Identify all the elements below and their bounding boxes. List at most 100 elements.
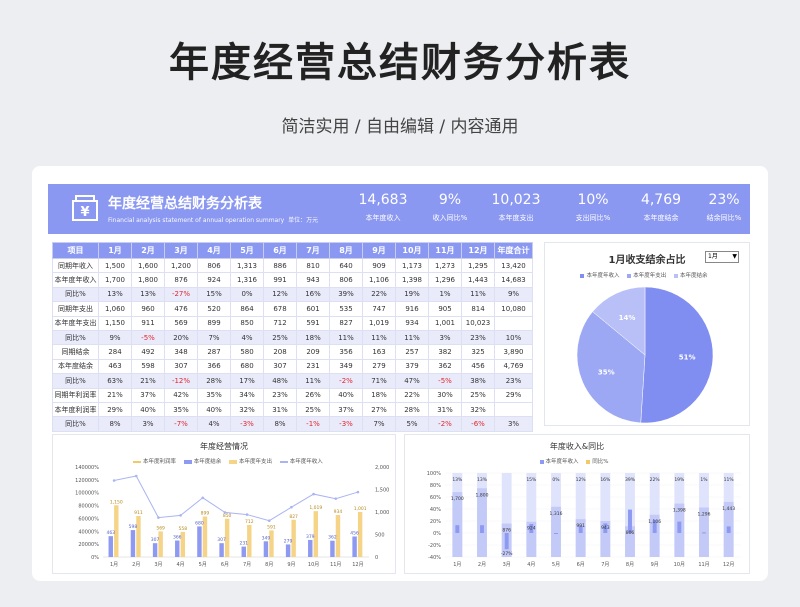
table-cell: 21% — [98, 387, 132, 403]
table-cell: 362 — [428, 358, 462, 375]
x-tick-label: 4月 — [527, 562, 535, 568]
row-label: 同比% — [52, 416, 99, 432]
column-header: 2月 — [131, 242, 165, 259]
table-cell: 1,500 — [98, 257, 132, 274]
table-cell: 25% — [263, 329, 297, 346]
table-cell: 23% — [461, 329, 495, 346]
yoy-bar — [628, 509, 632, 533]
y-tick-label: 80000% — [78, 504, 99, 510]
income-data-label: 924 — [527, 526, 536, 532]
row-label: 本年度年收入 — [52, 272, 99, 288]
table-cell: -5% — [131, 329, 165, 346]
column-header: 8月 — [329, 242, 363, 259]
operation-chart-panel: 年度经营情况 本年度利润率 本年度结余 本年度年支出 本年度年收入 0% 2000… — [52, 434, 396, 574]
income-data-label: 1,800 — [476, 492, 489, 498]
table-cell: 31% — [263, 401, 297, 418]
table-cell: 10,023 — [461, 315, 495, 331]
table-cell: 1,173 — [395, 257, 429, 274]
table-cell: 13% — [98, 286, 132, 303]
table-cell: 10% — [494, 329, 533, 346]
table-cell: 40% — [131, 401, 165, 418]
balance-data-label: 349 — [262, 535, 271, 541]
table-cell: 18% — [362, 387, 396, 403]
page-subtitle: 简洁实用 / 自由编辑 / 内容通用 — [281, 117, 519, 137]
income-chart: -40% -20% 0% 20% 40% 60% 80% 100% 13% 1,700 1月 13% 1… — [427, 471, 741, 568]
table-cell: 806 — [329, 272, 363, 288]
pie-chart: 51% 35% 14% — [576, 286, 714, 424]
balance-data-label: 362 — [328, 535, 337, 541]
pie-slice-label: 14% — [619, 314, 636, 322]
money-box-icon: ¥ — [72, 195, 98, 221]
table-cell: 1,106 — [362, 272, 396, 288]
table-cell: 0% — [230, 286, 264, 303]
table-cell: 934 — [395, 315, 429, 331]
yoy-data-label: 13% — [452, 477, 463, 483]
table-cell: 14,683 — [494, 272, 533, 288]
table-cell: 899 — [197, 315, 231, 331]
table-row: 同期年支出 1,060 960 476 520 864 678 601 535 747 916 905… — [52, 301, 533, 317]
balance-bar — [308, 539, 313, 557]
table-cell: 208 — [263, 344, 297, 360]
balance-bar — [130, 530, 136, 557]
table-cell: -7% — [164, 416, 198, 432]
table-cell: 29% — [494, 387, 533, 403]
x-tick-label: 1月 — [453, 562, 461, 568]
table-cell: 15% — [197, 286, 231, 303]
table-cell: -12% — [164, 373, 198, 389]
column-header: 年度合计 — [494, 242, 533, 259]
table-cell: 25% — [296, 401, 330, 418]
table-cell: 827 — [329, 315, 363, 331]
y-tick-label: 80% — [430, 483, 441, 489]
column-header: 5月 — [230, 242, 264, 259]
table-cell: 1,700 — [98, 272, 132, 288]
table-cell: 307 — [164, 358, 198, 375]
income-point — [290, 505, 293, 509]
table-cell: 163 — [362, 344, 396, 360]
y-tick-label: -20% — [428, 543, 441, 549]
table-cell: 8% — [98, 416, 132, 432]
x-tick-label: 4月 — [176, 562, 184, 568]
y-tick-label: 60% — [430, 495, 441, 501]
yoy-bar — [726, 526, 731, 533]
y-tick-label: 140000% — [75, 465, 99, 471]
y-tick-label: 100% — [427, 471, 442, 477]
kpi-expense: 10,023 本年度支出 — [481, 192, 551, 223]
table-cell: 348 — [164, 344, 198, 360]
income-data-label: 876 — [502, 528, 511, 534]
table-cell: 379 — [395, 358, 429, 375]
pie-slice-label: 51% — [679, 353, 696, 361]
income-data-label: 1,700 — [451, 496, 464, 502]
balance-bar — [152, 543, 158, 557]
column-header: 7月 — [296, 242, 330, 259]
dashboard-card: ¥ 年度经营总结财务分析表 Financial analysis stateme… — [32, 166, 768, 581]
table-cell: 23% — [494, 373, 533, 389]
banner-subtitle: Financial analysis statement of annual o… — [108, 215, 318, 224]
table-cell: 48% — [263, 373, 297, 389]
table-row: 本年度年支出 1,150 911 569 899 850 712 591 827 1,019 934… — [52, 315, 533, 331]
column-header: 1月 — [98, 242, 132, 259]
kpi-income-yoy: 9% 收入同比% — [415, 192, 485, 223]
balance-data-label: 456 — [350, 530, 359, 536]
kpi-value: 4,769 — [640, 192, 682, 208]
x-tick-label: 1月 — [110, 562, 118, 568]
table-cell: 1,316 — [230, 272, 264, 288]
column-header: 6月 — [263, 242, 297, 259]
yoy-bar — [677, 521, 682, 533]
table-cell: 366 — [197, 358, 231, 375]
kpi-value: 9% — [438, 192, 462, 208]
row-label: 同期结余 — [52, 344, 99, 360]
table-cell: 382 — [428, 344, 462, 360]
expense-data-label: 1,019 — [309, 505, 322, 511]
table-cell: 257 — [395, 344, 429, 360]
table-cell: 23% — [263, 387, 297, 403]
expense-bar — [269, 530, 274, 557]
balance-data-label: 463 — [106, 530, 115, 536]
table-cell: 13,420 — [494, 257, 533, 274]
table-cell: 32% — [230, 401, 264, 418]
table-cell: 3% — [494, 416, 533, 432]
banner-unit: 单位：万元 — [288, 217, 319, 224]
row-label: 同期年收入 — [52, 257, 99, 274]
banner-title: 年度经营总结财务分析表 — [108, 196, 262, 212]
yoy-data-label: 13% — [477, 477, 488, 483]
table-cell: 22% — [395, 387, 429, 403]
